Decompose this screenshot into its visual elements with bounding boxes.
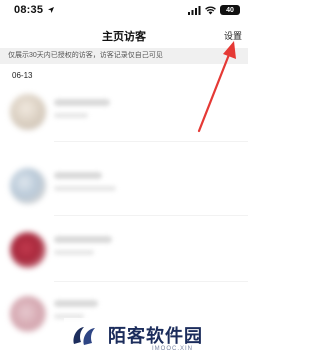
signal-icon	[188, 5, 201, 15]
visitor-item[interactable]	[0, 82, 248, 142]
watermark-subtext: IMOOC.XIN	[152, 346, 194, 352]
status-time: 08:35	[14, 4, 44, 16]
nav-bar: 主页访客 设置	[0, 22, 248, 48]
page-title: 主页访客	[102, 31, 146, 43]
avatar	[10, 168, 46, 204]
visitor-meta	[54, 113, 88, 118]
visitor-name	[54, 300, 98, 307]
visitor-meta	[54, 186, 116, 191]
watermark-text: 陌客软件园	[108, 326, 203, 346]
visitor-name	[54, 172, 102, 179]
divider	[54, 141, 248, 142]
location-arrow-icon	[48, 7, 54, 13]
date-group-label: 06-13	[12, 71, 33, 80]
battery-icon: 40	[220, 5, 240, 15]
avatar	[10, 94, 46, 130]
status-bar: 08:35 40	[0, 0, 248, 22]
visitor-item[interactable]	[0, 222, 248, 282]
settings-button[interactable]: 设置	[224, 29, 242, 42]
divider	[54, 281, 248, 282]
watermark: 陌客软件园 IMOOC.XIN	[64, 318, 248, 363]
avatar	[10, 296, 46, 332]
divider	[54, 215, 248, 216]
privacy-notice: 仅展示30天内已授权的访客，访客记录仅自己可见	[0, 48, 248, 64]
visitor-item[interactable]	[0, 156, 248, 216]
avatar	[10, 232, 46, 268]
watermark-logo-icon	[73, 327, 95, 345]
visitor-meta	[54, 250, 94, 255]
visitor-name	[54, 99, 110, 106]
visitor-name	[54, 236, 112, 243]
wifi-icon	[205, 6, 216, 14]
